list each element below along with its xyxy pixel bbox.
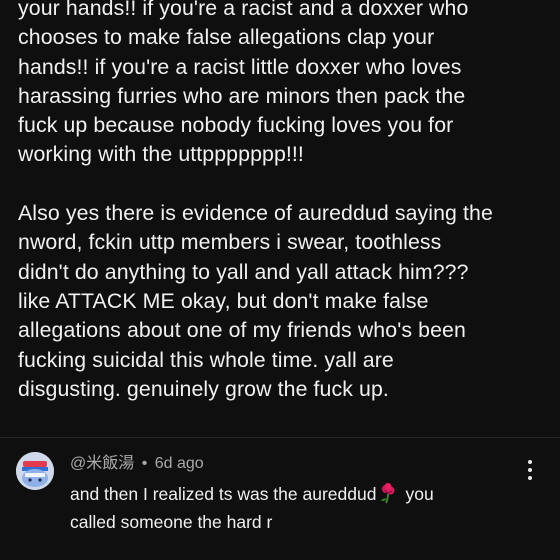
dot (528, 460, 532, 464)
rose-icon (377, 482, 399, 504)
dot (528, 468, 532, 472)
reply-timestamp: 6d ago (154, 455, 204, 472)
avatar-image (16, 452, 54, 490)
comment-line: fucking suicidal this whole time. yall a… (18, 347, 394, 372)
reply-line-2: called someone the hard r (70, 512, 273, 532)
avatar-icon[interactable] (16, 452, 54, 490)
reply-text-part: you (405, 484, 434, 504)
comment-line: your hands!! if you're a racist and a do… (18, 0, 469, 20)
comment-line: allegations about one of my friends who'… (18, 318, 466, 343)
comment-line: chooses to make false allegations clap y… (18, 25, 435, 50)
reply-body: @米飯湯 • 6d ago and then I realized ts was… (70, 454, 510, 536)
comment-line: working with the uttppppppp!!! (18, 142, 304, 167)
reply-meta: @米飯湯 • 6d ago (70, 454, 510, 474)
comment-line: nword, fckin uttp members i swear, tooth… (18, 230, 442, 255)
more-options-icon[interactable] (526, 460, 534, 484)
comment-line: didn't do anything to yall and yall atta… (18, 259, 469, 284)
reply-text-part: and then I realized ts was the aureddud (70, 484, 377, 504)
reply-author[interactable]: @米飯湯 (70, 455, 134, 472)
comment-text: your hands!! if you're a racist and a do… (18, 0, 548, 426)
comment-paragraph-1: your hands!! if you're a racist and a do… (18, 0, 548, 170)
reply-line-1: and then I realized ts was the aureddud … (70, 480, 510, 508)
comment-line: harassing furries who are minors then pa… (18, 83, 466, 108)
comment-line: disgusting. genuinely grow the fuck up. (18, 376, 389, 401)
comment-line: like ATTACK ME okay, but don't make fals… (18, 288, 429, 313)
comment-line: Also yes there is evidence of aureddud s… (18, 201, 493, 226)
comment-paragraph-2: Also yes there is evidence of aureddud s… (18, 199, 548, 404)
comment-line: hands!! if you're a racist little doxxer… (18, 54, 462, 79)
reply-comment: @米飯湯 • 6d ago and then I realized ts was… (0, 438, 560, 560)
dot (528, 476, 532, 480)
meta-separator: • (141, 455, 148, 472)
comment-line: fuck up because nobody fucking loves you… (18, 113, 454, 138)
reply-text: and then I realized ts was the aureddud … (70, 480, 510, 536)
